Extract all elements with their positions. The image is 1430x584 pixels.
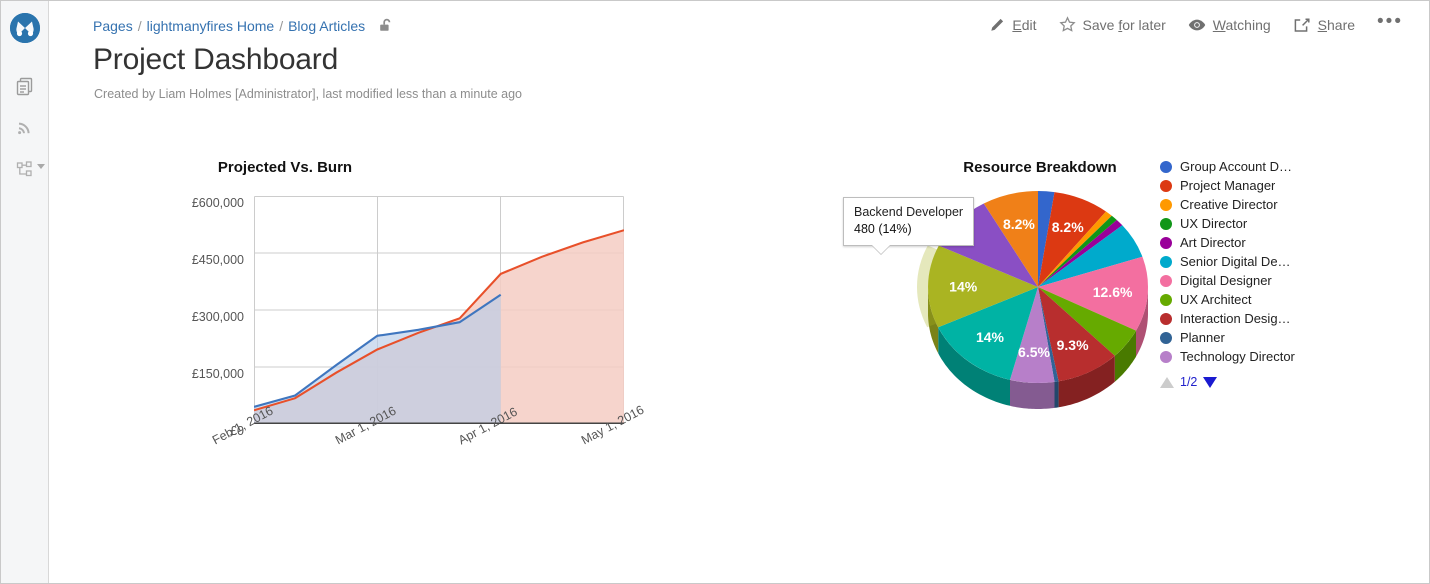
breadcrumb-item-home[interactable]: lightmanyfires Home (147, 18, 275, 34)
legend-item[interactable]: Technology Director (1160, 347, 1350, 366)
legend-item-label: Creative Director (1180, 197, 1278, 212)
legend-item-label: Digital Designer (1180, 273, 1272, 288)
legend-item[interactable]: Creative Director (1160, 195, 1350, 214)
legend-color-swatch (1160, 350, 1172, 363)
legend-color-swatch (1160, 217, 1172, 230)
legend-item[interactable]: UX Architect (1160, 290, 1350, 309)
page-content: Pages / lightmanyfires Home / Blog Articles … (50, 1, 1429, 583)
pie-slice-label: 8.2% (1052, 219, 1084, 235)
pie-chart-legend: Group Account D… Project Manager Creative … (1160, 157, 1350, 389)
page-title: Project Dashboard (93, 43, 339, 76)
legend-item-label: UX Architect (1180, 292, 1252, 307)
legend-item[interactable]: UX Director (1160, 214, 1350, 233)
pie-slice-label: 9.3% (1057, 337, 1089, 353)
breadcrumb-separator: / (279, 18, 284, 34)
share-icon (1293, 17, 1311, 33)
legend-page-down-icon[interactable] (1203, 376, 1218, 388)
legend-item-label: Art Director (1180, 235, 1246, 250)
resource-breakdown-chart: Resource Breakdown 8.2% 12.6% 9.3% 6.5% 14% 1… (810, 121, 1410, 491)
legend-color-swatch (1160, 236, 1172, 249)
sidebar-item-pages[interactable] (1, 71, 49, 101)
legend-color-swatch (1160, 160, 1172, 173)
legend-color-swatch (1160, 179, 1172, 192)
legend-item[interactable]: Project Manager (1160, 176, 1350, 195)
legend-item[interactable]: Senior Digital De… (1160, 252, 1350, 271)
legend-item[interactable]: Digital Designer (1160, 271, 1350, 290)
projected-vs-burn-chart: Projected Vs. Burn £600,000 £450,000 £30… (90, 121, 650, 491)
legend-item-label: Senior Digital De… (1180, 254, 1291, 269)
pie-slice-label: 6.5% (1018, 344, 1050, 360)
legend-item[interactable]: Planner (1160, 328, 1350, 347)
y-tick-150000: £150,000 (191, 367, 244, 381)
tooltip-value: 480 (14%) (854, 221, 912, 236)
pie-slice-label: 14% (949, 279, 978, 295)
star-icon (1058, 16, 1076, 33)
y-tick-600000: £600,000 (191, 196, 244, 210)
legend-color-swatch (1160, 274, 1172, 287)
legend-item-label: Project Manager (1180, 178, 1276, 193)
pie-slice-label: 12.6% (1093, 284, 1133, 300)
watching-label: Watching (1212, 16, 1271, 33)
share-button[interactable]: Share (1293, 17, 1355, 33)
legend-item-label: Technology Director (1180, 349, 1295, 364)
pie-slice-tooltip: Backend Developer 480 (14%) (843, 197, 975, 246)
breadcrumb-separator: / (137, 18, 142, 34)
legend-page-indicator: 1/2 (1180, 375, 1198, 389)
save-for-later-button[interactable]: Save for later (1058, 16, 1166, 33)
confluence-page: Pages / lightmanyfires Home / Blog Articles … (0, 0, 1430, 584)
pie-slice-side (1054, 381, 1059, 408)
legend-item[interactable]: Group Account D… (1160, 157, 1350, 176)
breadcrumb-item-pages[interactable]: Pages (93, 18, 133, 34)
legend-pager: 1/2 (1160, 375, 1350, 389)
legend-page-up-icon[interactable] (1160, 376, 1174, 388)
legend-color-swatch (1160, 312, 1172, 325)
legend-color-swatch (1160, 255, 1172, 268)
area-chart-x-axis: Feb 1, 2016 Mar 1, 2016 Apr 1, 2016 May … (190, 403, 660, 491)
sidebar-item-feed[interactable] (1, 112, 49, 142)
eye-icon (1188, 18, 1206, 32)
page-toolbar: Edit Save for later Watching Share ••• (989, 12, 1403, 33)
page-tree-caret-icon[interactable] (37, 164, 45, 169)
share-label: Share (1317, 16, 1356, 33)
more-actions-button[interactable]: ••• (1377, 12, 1403, 32)
sidebar-item-page-tree[interactable] (1, 155, 49, 185)
page-metadata: Created by Liam Holmes [Administrator], … (94, 87, 522, 101)
pie-slice-side (1010, 379, 1055, 409)
breadcrumb-item-blog-articles[interactable]: Blog Articles (288, 18, 365, 34)
edit-label: Edit (1012, 16, 1037, 33)
tooltip-title: Backend Developer (854, 205, 964, 219)
y-tick-300000: £300,000 (191, 310, 244, 324)
unlocked-padlock-icon[interactable] (379, 18, 394, 37)
legend-item[interactable]: Art Director (1160, 233, 1350, 252)
legend-color-swatch (1160, 331, 1172, 344)
left-sidebar (1, 1, 49, 583)
legend-item-label: Interaction Desig… (1180, 311, 1291, 326)
charts-region: Projected Vs. Burn £600,000 £450,000 £30… (50, 121, 1429, 501)
legend-item[interactable]: Interaction Desig… (1160, 309, 1350, 328)
pie-slice-label: 8.2% (1003, 216, 1035, 232)
legend-color-swatch (1160, 293, 1172, 306)
legend-item-label: UX Director (1180, 216, 1248, 231)
legend-color-swatch (1160, 198, 1172, 211)
edit-button[interactable]: Edit (989, 16, 1037, 33)
save-for-later-label: Save for later (1082, 16, 1166, 33)
legend-item-label: Group Account D… (1180, 159, 1292, 174)
legend-item-label: Planner (1180, 330, 1225, 345)
breadcrumb: Pages / lightmanyfires Home / Blog Articles (93, 18, 394, 37)
pencil-icon (989, 17, 1005, 33)
confluence-logo-icon[interactable] (10, 13, 40, 43)
y-tick-450000: £450,000 (191, 253, 244, 267)
pie-slice-label: 14% (976, 329, 1005, 345)
area-chart-plot (254, 196, 624, 424)
area-chart-y-axis: £600,000 £450,000 £300,000 £150,000 £0 (140, 196, 244, 438)
watching-button[interactable]: Watching (1188, 17, 1271, 33)
area-chart-title: Projected Vs. Burn (217, 159, 353, 176)
